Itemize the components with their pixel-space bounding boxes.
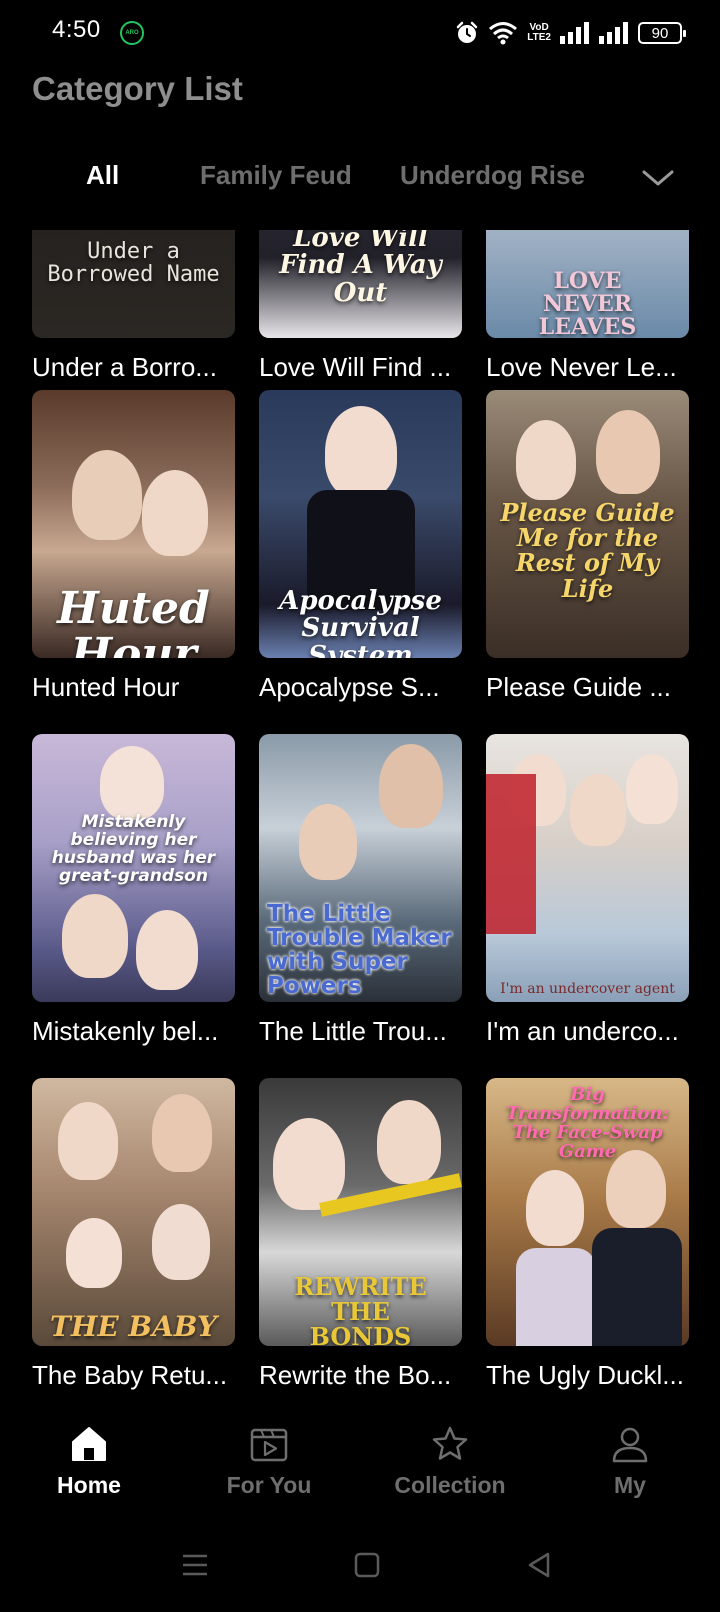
battery-icon: 90 (638, 22, 686, 44)
drama-title: Please Guide ... (486, 672, 671, 702)
drama-card[interactable]: Big Transformation: The Face-Swap Game T… (486, 1078, 689, 1391)
drama-poster[interactable]: Please Guide Me for the Rest of My Life (486, 390, 689, 658)
play-card-icon (250, 1428, 288, 1462)
tab-underdog-rise[interactable]: Underdog Rise (400, 160, 585, 191)
drama-poster[interactable]: The Little Trouble Maker with Super Powe… (259, 734, 462, 1002)
drama-card[interactable]: Please Guide Me for the Rest of My Life … (486, 390, 689, 703)
drama-poster[interactable]: THE BABY (32, 1078, 235, 1346)
drama-title: I'm an underco... (486, 1016, 679, 1046)
drama-card[interactable]: LOVE NEVER LEAVES Love Never Le... (486, 230, 689, 383)
status-bar: 4:50 ARO VoD LTE2 90 (0, 0, 720, 64)
chevron-down-icon[interactable] (636, 164, 680, 194)
menu-icon[interactable] (180, 1550, 210, 1580)
drama-poster[interactable]: Mistakenly believing her husband was her… (32, 734, 235, 1002)
drama-grid: Under a Borrowed Name Under a Borro... L… (0, 230, 720, 1400)
home-button-icon[interactable] (352, 1550, 382, 1580)
drama-card[interactable]: Mistakenly believing her husband was her… (32, 734, 235, 1047)
drama-title: The Ugly Duckl... (486, 1360, 684, 1390)
drama-card[interactable]: Apocalypse Survival System Apocalypse S.… (259, 390, 462, 703)
status-time: 4:50 (52, 16, 101, 43)
status-icons: VoD LTE2 90 (455, 18, 686, 48)
drama-poster[interactable]: REWRITE THE BONDS (259, 1078, 462, 1346)
drama-card[interactable]: I'm an undercover agent I'm an underco..… (486, 734, 689, 1047)
drama-title: Rewrite the Bo... (259, 1360, 452, 1390)
drama-title: Mistakenly bel... (32, 1016, 219, 1046)
home-icon (72, 1427, 106, 1461)
poster-text: I'm an undercover agent (500, 981, 675, 997)
system-nav-bar (0, 1550, 720, 1590)
tab-family-feud[interactable]: Family Feud (200, 160, 352, 191)
drama-title: Love Never Le... (486, 352, 677, 382)
volte-bottom-label: LTE2 (527, 32, 551, 43)
wifi-icon (489, 22, 518, 45)
volte-icon: VoD LTE2 (527, 23, 551, 43)
nav-my[interactable]: My (560, 1420, 700, 1499)
drama-poster[interactable]: Love Will Find A Way Out (259, 230, 462, 338)
alarm-icon (457, 21, 478, 43)
drama-poster[interactable]: Under a Borrowed Name (32, 230, 235, 338)
battery-level: 90 (651, 24, 669, 42)
drama-poster[interactable]: I'm an undercover agent (486, 734, 689, 1002)
signal-1-icon (560, 22, 589, 44)
drama-card[interactable]: Huted Hour Hunted Hour (32, 390, 235, 703)
drama-card[interactable]: THE BABY The Baby Retu... (32, 1078, 235, 1391)
tab-all[interactable]: All (86, 160, 119, 191)
drama-card[interactable]: Love Will Find A Way Out Love Will Find … (259, 230, 462, 383)
page-title: Category List (32, 70, 243, 107)
poster-text: Big Transformation: The Face-Swap Game (505, 1084, 670, 1162)
drama-title: Under a Borro... (32, 352, 217, 382)
bottom-nav: Home For You Collection My (0, 1420, 720, 1520)
back-icon[interactable] (524, 1550, 554, 1580)
drama-card[interactable]: REWRITE THE BONDS Rewrite the Bo... (259, 1078, 462, 1391)
poster-text: LOVE NEVER LEAVES (538, 268, 637, 338)
star-icon (432, 1426, 468, 1460)
category-tabs: All Family Feud Underdog Rise (0, 160, 720, 204)
drama-card[interactable]: The Little Trouble Maker with Super Powe… (259, 734, 462, 1047)
drama-poster[interactable]: Apocalypse Survival System (259, 390, 462, 658)
drama-card[interactable]: Under a Borrowed Name Under a Borro... (32, 230, 235, 383)
poster-text: Mistakenly believing her husband was her… (51, 812, 216, 886)
nav-label: Collection (394, 1472, 506, 1498)
drama-title: Apocalypse S... (259, 672, 440, 702)
nav-collection[interactable]: Collection (380, 1420, 520, 1499)
drama-poster[interactable]: Big Transformation: The Face-Swap Game (486, 1078, 689, 1346)
poster-text: Love Will Find A Way Out (279, 230, 442, 308)
poster-text: Under a Borrowed Name (47, 239, 220, 288)
aro-badge-icon: ARO (120, 21, 144, 45)
poster-text: The Little Trouble Maker with Super Powe… (267, 901, 452, 1000)
nav-for-you[interactable]: For You (199, 1420, 339, 1499)
nav-home[interactable]: Home (19, 1420, 159, 1499)
signal-2-icon (599, 22, 628, 44)
poster-text: REWRITE THE BONDS (294, 1272, 427, 1346)
poster-text: THE BABY (50, 1310, 217, 1343)
nav-label: For You (226, 1472, 312, 1498)
nav-label: Home (57, 1472, 121, 1498)
drama-poster[interactable]: LOVE NEVER LEAVES (486, 230, 689, 338)
poster-text: Apocalypse Survival System (279, 586, 442, 658)
drama-title: Hunted Hour (32, 672, 180, 702)
drama-title: Love Will Find ... (259, 352, 452, 382)
person-icon (612, 1427, 648, 1463)
drama-title: The Little Trou... (259, 1016, 447, 1046)
poster-text: Huted Hour (57, 583, 210, 658)
drama-poster[interactable]: Huted Hour (32, 390, 235, 658)
poster-text: Please Guide Me for the Rest of My Life (500, 498, 675, 603)
drama-title: The Baby Retu... (32, 1360, 228, 1390)
nav-label: My (614, 1472, 646, 1498)
